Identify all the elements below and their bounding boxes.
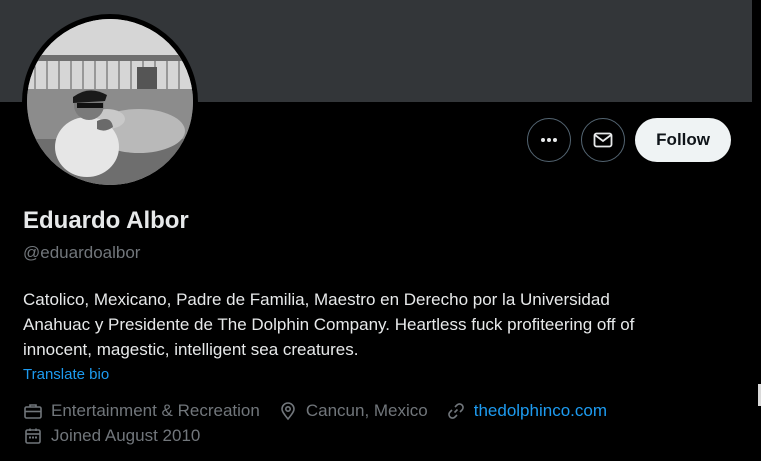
- location-pin-icon: [281, 402, 295, 421]
- location-label: Cancun, Mexico: [305, 401, 428, 420]
- bio: Catolico, Mexicano, Padre de Familia, Ma…: [23, 290, 635, 359]
- profile-actions: Follow: [527, 118, 731, 162]
- joined-item: Joined August 2010: [23, 426, 200, 446]
- username: @eduardoalbor: [23, 243, 141, 262]
- translate-bio-link[interactable]: Translate bio: [23, 366, 109, 383]
- avatar-photo: [27, 19, 193, 185]
- location-item: Cancun, Mexico: [278, 401, 428, 421]
- display-name: Eduardo Albor: [23, 207, 189, 234]
- message-button[interactable]: [581, 118, 626, 162]
- briefcase-icon: [24, 404, 42, 419]
- calendar-icon: [25, 428, 41, 444]
- category-label: Entertainment & Recreation: [51, 401, 260, 420]
- avatar[interactable]: [22, 14, 198, 190]
- follow-button[interactable]: Follow: [635, 118, 731, 162]
- joined-row: Joined August 2010: [23, 426, 200, 446]
- more-horizontal-icon: [541, 138, 558, 142]
- category-item: Entertainment & Recreation: [23, 401, 260, 421]
- envelope-icon: [593, 132, 613, 148]
- link-icon: [447, 403, 464, 419]
- website-item[interactable]: thedolphinco.com: [446, 401, 607, 421]
- scrollbar[interactable]: [752, 0, 761, 461]
- joined-label: Joined August 2010: [51, 426, 201, 445]
- website-link[interactable]: thedolphinco.com: [474, 401, 607, 421]
- more-button[interactable]: [527, 118, 572, 162]
- profile-meta-row: Entertainment & Recreation Cancun, Mexic…: [23, 401, 607, 421]
- avatar-image: [27, 19, 193, 185]
